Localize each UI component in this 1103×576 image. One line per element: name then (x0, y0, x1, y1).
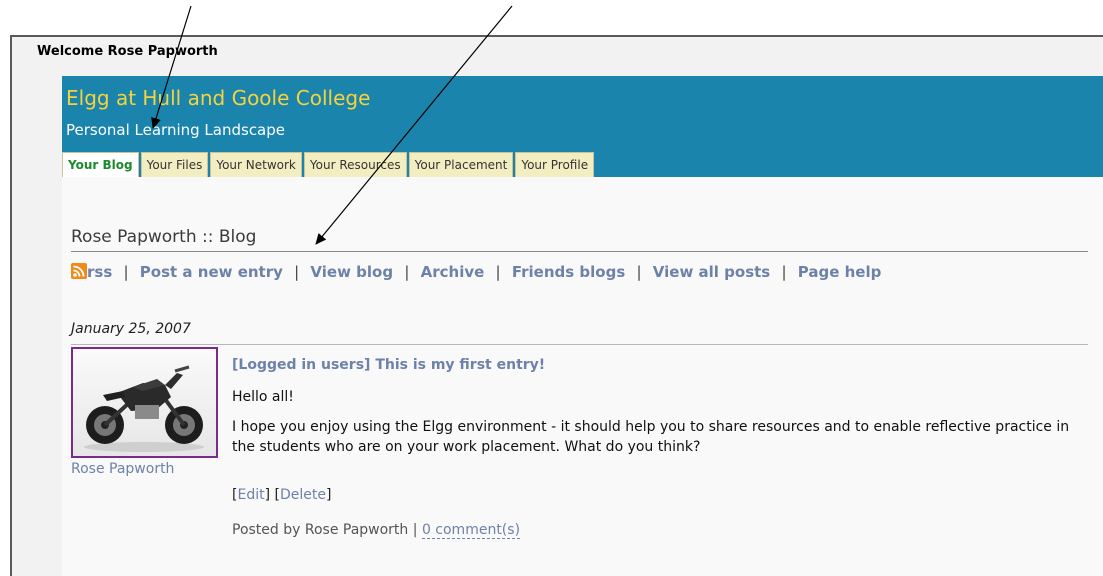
annotation-arrows (151, 5, 513, 245)
annotation-arrow (151, 5, 192, 129)
annotation-arrow (315, 5, 513, 245)
